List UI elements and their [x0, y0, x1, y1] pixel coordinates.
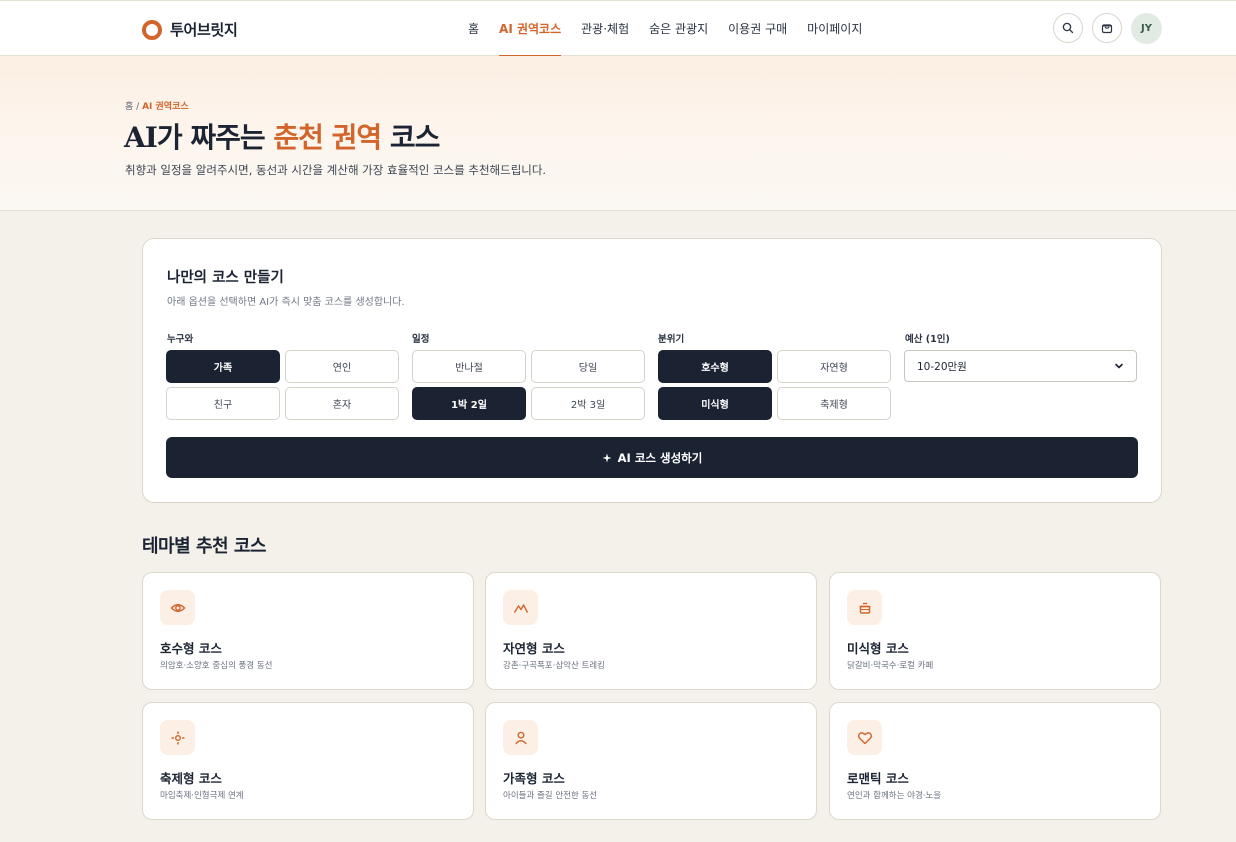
theme-description: 아이들과 즐길 안전한 동선 [503, 791, 598, 801]
nav-item-hidden-spots[interactable]: 숨은 관광지 [639, 1, 718, 57]
theme-icon-box [847, 590, 882, 625]
user-avatar[interactable]: JY [1131, 13, 1162, 44]
option-couple[interactable]: 연인 [285, 350, 399, 383]
theme-description: 마임축제·인형극제 연계 [160, 791, 244, 801]
option-2n3d[interactable]: 2박 3일 [531, 387, 645, 420]
page-subtitle: 취향과 일정을 알려주시면, 동선과 시간을 계산해 가장 효율적인 코스를 추… [125, 163, 547, 177]
option-nature[interactable]: 자연형 [777, 350, 891, 383]
theme-name: 자연형 코스 [503, 641, 565, 656]
title-prefix: AI가 짜주는 [124, 121, 274, 154]
theme-description: 닭갈비·막국수·로컬 카페 [847, 661, 934, 671]
option-friends[interactable]: 친구 [166, 387, 280, 420]
theme-name: 호수형 코스 [160, 641, 222, 656]
generate-course-label: AI 코스 생성하기 [617, 450, 703, 465]
theme-name: 로맨틱 코스 [847, 771, 909, 786]
chevron-down-icon [1115, 363, 1123, 369]
breadcrumb: 홈 / AI 권역코스 [125, 99, 189, 112]
theme-card-lake[interactable]: 호수형 코스 의암호·소양호 중심의 풍경 동선 [142, 572, 474, 690]
shopping-bag-icon [1101, 24, 1113, 34]
nav-item-home[interactable]: 홈 [458, 1, 489, 57]
page-hero: 홈 / AI 권역코스 AI가 짜주는 춘천 권역 코스 취향과 일정을 알려주… [0, 56, 1236, 211]
builder-subtitle: 아래 옵션을 선택하면 AI가 즉시 맞춤 코스를 생성합니다. [167, 297, 405, 308]
theme-section-title: 테마별 추천 코스 [142, 536, 266, 557]
theme-card-romantic[interactable]: 로맨틱 코스 연인과 함께하는 야경·노을 [829, 702, 1161, 820]
nav-item-pass-purchase[interactable]: 이용권 구매 [718, 1, 797, 57]
nav-item-mypage[interactable]: 마이페이지 [797, 1, 872, 57]
nav-item-tour-experience[interactable]: 관광·체험 [571, 1, 639, 57]
mood-label: 분위기 [658, 334, 685, 345]
budget-label: 예산 (1인) [905, 334, 950, 345]
breadcrumb-separator: / [136, 102, 140, 112]
pot-icon [859, 602, 870, 614]
person-icon [514, 731, 527, 744]
page-title: AI가 짜주는 춘천 권역 코스 [124, 116, 441, 156]
who-label: 누구와 [167, 334, 194, 345]
title-highlight: 춘천 권역 [273, 121, 382, 154]
theme-icon-box [160, 590, 195, 625]
option-family[interactable]: 가족 [166, 350, 280, 383]
theme-card-festival[interactable]: 축제형 코스 마임축제·인형극제 연계 [142, 702, 474, 820]
sparkle-burst-icon [171, 731, 184, 744]
brand-name: 투어브릿지 [170, 21, 238, 39]
nav-item-ai-course[interactable]: AI 권역코스 [489, 1, 571, 57]
breadcrumb-home[interactable]: 홈 [125, 102, 133, 112]
option-solo[interactable]: 혼자 [285, 387, 399, 420]
theme-description: 강촌·구곡폭포·삼악산 트레킹 [503, 661, 605, 671]
main-nav: 홈 AI 권역코스 관광·체험 숨은 관광지 이용권 구매 마이페이지 [458, 1, 872, 57]
option-festival[interactable]: 축제형 [777, 387, 891, 420]
sparkle-icon [602, 453, 612, 462]
breadcrumb-current: AI 권역코스 [142, 102, 189, 112]
theme-name: 가족형 코스 [503, 771, 565, 786]
theme-icon-box [160, 720, 195, 755]
theme-description: 의암호·소양호 중심의 풍경 동선 [160, 661, 273, 671]
course-builder-card: 나만의 코스 만들기 아래 옵션을 선택하면 AI가 즉시 맞춤 코스를 생성합… [142, 238, 1162, 503]
title-suffix: 코스 [381, 121, 441, 154]
option-lake[interactable]: 호수형 [658, 350, 772, 383]
option-half-day[interactable]: 반나절 [412, 350, 526, 383]
heart-icon [857, 731, 872, 744]
theme-card-nature[interactable]: 자연형 코스 강촌·구곡폭포·삼악산 트레킹 [485, 572, 817, 690]
cart-button[interactable] [1092, 13, 1122, 43]
budget-select[interactable]: 10-20만원 [904, 350, 1137, 382]
option-gourmet[interactable]: 미식형 [658, 387, 772, 420]
mountain-icon [513, 603, 528, 613]
option-day-trip[interactable]: 당일 [531, 350, 645, 383]
theme-icon-box [503, 720, 538, 755]
logo-ring-icon [142, 19, 162, 40]
eye-icon [170, 603, 185, 612]
top-navigation-bar: 투어브릿지 홈 AI 권역코스 관광·체험 숨은 관광지 이용권 구매 마이페이… [0, 0, 1236, 57]
theme-description: 연인과 함께하는 야경·노을 [847, 791, 942, 801]
search-button[interactable] [1053, 13, 1083, 43]
schedule-label: 일정 [412, 334, 430, 345]
budget-value: 10-20만원 [917, 360, 967, 373]
generate-course-button[interactable]: AI 코스 생성하기 [166, 437, 1138, 478]
theme-icon-box [847, 720, 882, 755]
theme-card-family[interactable]: 가족형 코스 아이들과 즐길 안전한 동선 [485, 702, 817, 820]
theme-icon-box [503, 590, 538, 625]
search-icon [1062, 22, 1074, 34]
theme-name: 축제형 코스 [160, 771, 222, 786]
builder-title: 나만의 코스 만들기 [167, 270, 284, 286]
option-1n2d[interactable]: 1박 2일 [412, 387, 526, 420]
theme-name: 미식형 코스 [847, 641, 909, 656]
theme-card-gourmet[interactable]: 미식형 코스 닭갈비·막국수·로컬 카페 [829, 572, 1161, 690]
brand-logo[interactable]: 투어브릿지 [142, 19, 238, 40]
